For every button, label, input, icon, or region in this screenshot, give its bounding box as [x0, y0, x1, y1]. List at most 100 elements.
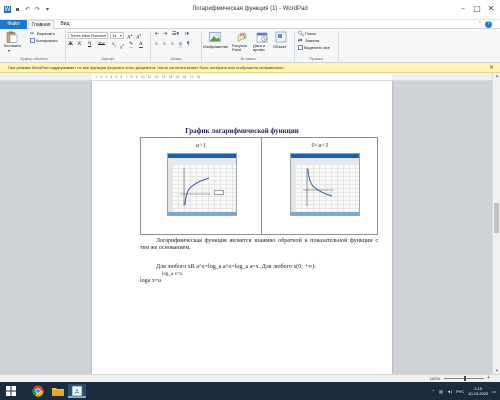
clock[interactable]: 2:15 10.10.2020	[468, 386, 488, 396]
zoom-slider-thumb[interactable]	[464, 376, 466, 381]
increase-indent-button[interactable]: ⇥	[163, 32, 167, 38]
thumb-statusbar	[291, 212, 359, 215]
paste-label: Вставить	[4, 43, 21, 48]
italic-button[interactable]: К	[78, 42, 81, 48]
decrease-indent-button[interactable]: ⇤	[155, 32, 159, 38]
close-icon[interactable]: ×	[489, 64, 494, 71]
copy-label: Копировать	[36, 38, 58, 43]
underline-button[interactable]: Ч	[88, 42, 91, 48]
list-button[interactable]: ☰▾	[172, 32, 179, 38]
insert-paint-label: Рисунок Paint	[232, 43, 248, 52]
graph-image-decreasing[interactable]	[290, 153, 360, 216]
identity-line-3: loga x=a	[140, 278, 161, 284]
grow-font-button[interactable]: A▴	[127, 32, 132, 42]
windows-start-icon[interactable]	[4, 385, 18, 397]
align-justify-button[interactable]: ≡	[179, 42, 182, 48]
align-left-button[interactable]: ≡	[155, 42, 158, 48]
scroll-up-icon[interactable]: ▲	[493, 73, 500, 79]
group-divider	[65, 31, 66, 61]
help-icon[interactable]: ?	[485, 21, 492, 28]
vertical-scrollbar[interactable]: ▲ ▼	[492, 73, 500, 374]
insert-datetime-label: Дата и время	[253, 43, 266, 52]
find-label: Поиск	[305, 31, 317, 37]
paragraph-definition-text: Логарифмическая функция является взаимно…	[140, 238, 378, 251]
log-curve-decreasing	[303, 168, 333, 206]
editing-group-label: Правка	[309, 56, 323, 61]
group-divider	[150, 31, 151, 61]
picture-icon	[209, 32, 221, 42]
maximize-button[interactable]: □	[470, 3, 484, 15]
zoom-in-icon[interactable]: +	[487, 375, 490, 381]
network-icon[interactable]: ▤	[439, 389, 443, 394]
font-family-value: Times New Roman	[70, 33, 104, 38]
scissors-icon: ✂	[30, 31, 35, 37]
paragraph-settings-button[interactable]: ¶	[187, 42, 189, 48]
replace-button[interactable]: ⇄ Замена	[298, 38, 319, 44]
cut-button[interactable]: ✂ Вырезать	[30, 31, 55, 37]
tray-chevron-icon[interactable]: ⌃	[432, 389, 435, 394]
compatibility-notice-bar: При режиме WordPad поддерживает не все ф…	[0, 63, 500, 73]
document-page[interactable]: График логарифмической функции a>1 0<a<1	[92, 81, 392, 374]
collapse-ribbon-icon[interactable]: ⌃	[478, 20, 482, 29]
minimize-button[interactable]: –	[456, 3, 470, 15]
font-family-select[interactable]: Times New Roman ▾	[68, 32, 108, 39]
tab-view[interactable]: Вид	[56, 20, 74, 29]
scroll-thumb[interactable]	[494, 203, 499, 233]
svg-text:A: A	[75, 389, 80, 396]
font-color-button[interactable]: A	[139, 42, 143, 48]
clock-date: 10.10.2020	[468, 391, 489, 396]
copy-button[interactable]: Копировать	[30, 38, 58, 44]
subscript-button[interactable]: x2	[112, 42, 116, 49]
paste-chevron-icon: ▾	[8, 48, 11, 53]
align-center-button[interactable]: ≡	[163, 42, 166, 48]
wordpad-taskbar-button[interactable]: A	[68, 384, 86, 398]
highlight-button[interactable]: ✎	[129, 42, 134, 48]
graph-table[interactable]: a>1 0<a<1	[140, 137, 378, 235]
line-spacing-button[interactable]: ↕▾	[184, 32, 189, 38]
replace-icon: ⇄	[298, 38, 303, 44]
tab-home[interactable]: Главная	[28, 20, 54, 29]
window-title: Логарифмическая функция (1) - WordPad	[192, 6, 308, 12]
binoculars-icon: 🔍︎	[298, 31, 305, 37]
superscript-button[interactable]: x2	[120, 42, 124, 52]
select-all-icon	[298, 45, 303, 51]
title-bar: W ▪ ↶ ↷ ▾ Логарифмическая функция (1) - …	[0, 0, 500, 20]
select-all-label: Выделить все	[304, 45, 330, 50]
copy-icon	[30, 38, 35, 44]
bold-button[interactable]: Ж	[68, 42, 73, 48]
group-divider	[201, 31, 202, 61]
document-heading[interactable]: График логарифмической функции	[92, 127, 392, 135]
insert-object-label: Объект	[273, 44, 287, 49]
shrink-font-button[interactable]: A▾	[136, 32, 141, 42]
replace-label: Замена	[305, 38, 320, 44]
select-all-button[interactable]: Выделить все	[298, 45, 330, 51]
chevron-down-icon: ▾	[103, 33, 106, 38]
calendar-icon	[256, 32, 268, 43]
volume-icon[interactable]: ◄)	[447, 389, 452, 394]
notifications-icon[interactable]: ▭	[492, 389, 496, 394]
chevron-down-icon: ▾	[119, 33, 122, 38]
file-explorer-icon[interactable]	[50, 384, 66, 398]
notice-text: При режиме WordPad поддерживает не все ф…	[8, 65, 285, 70]
graph-image-increasing[interactable]	[167, 153, 237, 216]
document-area[interactable]: График логарифмической функции a>1 0<a<1	[0, 81, 492, 374]
chrome-icon[interactable]	[30, 384, 46, 398]
tab-file[interactable]: Файл	[0, 20, 27, 29]
log-curve-increasing	[180, 168, 210, 206]
paragraph-identities[interactable]: Для любого xR a^x=log_a a^x=log_a a=x. Д…	[140, 264, 378, 285]
close-button[interactable]: ✕	[484, 3, 498, 15]
font-size-select[interactable]: 14 ▾	[110, 32, 124, 39]
paint-icon	[237, 32, 247, 42]
language-indicator[interactable]: РУС	[456, 389, 464, 394]
paste-icon	[6, 31, 18, 43]
align-right-button[interactable]: ≡	[171, 42, 174, 48]
system-tray: ⌃ ▤ ◄) РУС 2:15 10.10.2020 ▭	[432, 384, 496, 398]
ruler[interactable]: · 1 · 2 · 3 · 4 · 5 · 6 · 7 · 8 · 9 · 10…	[0, 73, 492, 81]
font-size-value: 14	[112, 33, 117, 38]
insert-group-label: Вставка	[240, 56, 256, 61]
strikethrough-button[interactable]: abc	[98, 42, 105, 48]
clipboard-group-label: Буфер обмена	[20, 56, 48, 61]
find-button[interactable]: 🔍︎Поиск	[298, 31, 316, 37]
zoom-level: 100%	[429, 376, 440, 381]
paragraph-definition[interactable]: Логарифмическая функция является взаимно…	[140, 238, 378, 252]
